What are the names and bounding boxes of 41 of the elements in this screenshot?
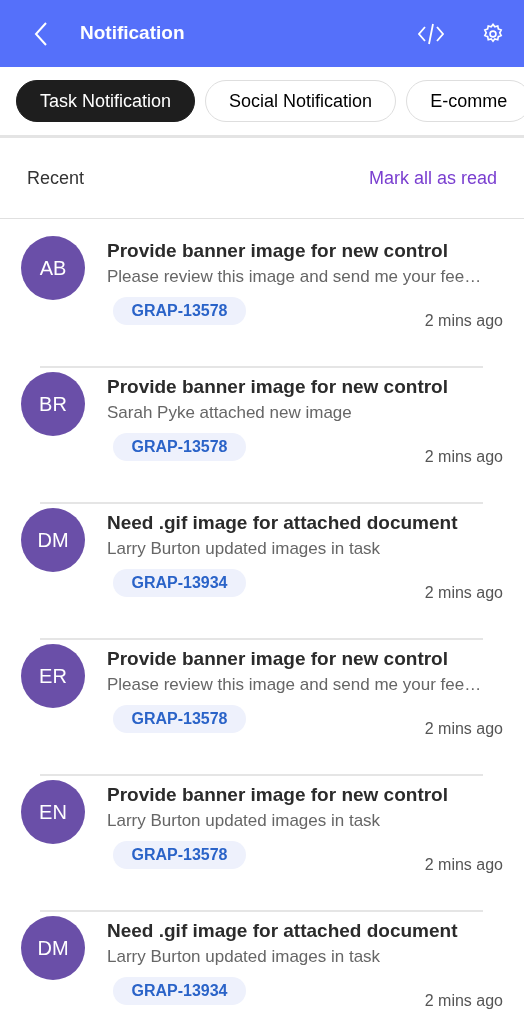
timestamp: 2 mins ago <box>424 311 503 331</box>
notification-title: Provide banner image for new control <box>107 375 449 399</box>
avatar: ER <box>21 644 85 708</box>
ticket-tag[interactable]: GRAP-13934 <box>113 977 246 1005</box>
settings-icon <box>482 22 504 45</box>
avatar: AB <box>21 236 85 300</box>
notification-title: Provide banner image for new control <box>107 239 449 263</box>
notification-message: Please review this image and send me your fee… <box>107 674 483 696</box>
avatar: EN <box>21 780 85 844</box>
ticket-tag[interactable]: GRAP-13934 <box>113 569 246 597</box>
avatar: BR <box>21 372 85 436</box>
notification-message: Larry Burton updated images in task <box>107 538 382 560</box>
ticket-tag[interactable]: GRAP-13578 <box>113 705 246 733</box>
avatar: DM <box>21 508 85 572</box>
ticket-tag[interactable]: GRAP-13578 <box>113 841 246 869</box>
notification-title: Need .gif image for attached document <box>107 511 459 535</box>
ticket-tag[interactable]: GRAP-13578 <box>113 433 246 461</box>
filter-tab[interactable]: Task Notification <box>16 80 196 122</box>
ticket-tag[interactable]: GRAP-13578 <box>113 297 246 325</box>
settings-button[interactable] <box>482 22 504 45</box>
timestamp: 2 mins ago <box>424 855 503 875</box>
filter-tab[interactable]: E-comme <box>406 80 524 122</box>
notification-message: Sarah Pyke attached new image <box>107 402 353 424</box>
notification-message: Please review this image and send me your fee… <box>107 266 483 288</box>
screen-title: Notification <box>80 21 185 46</box>
code-button[interactable] <box>418 22 444 45</box>
notification-message: Larry Burton updated images in task <box>107 810 382 832</box>
back-icon <box>34 20 48 47</box>
section-title: Recent <box>27 166 85 190</box>
timestamp: 2 mins ago <box>424 719 503 739</box>
notification-message: Larry Burton updated images in task <box>107 946 382 968</box>
timestamp: 2 mins ago <box>424 447 503 467</box>
mark-all-read-link[interactable]: Mark all as read <box>368 164 497 192</box>
timestamp: 2 mins ago <box>424 991 503 1011</box>
notification-title: Provide banner image for new control <box>107 647 449 671</box>
timestamp: 2 mins ago <box>424 583 503 603</box>
notification-title: Provide banner image for new control <box>107 783 449 807</box>
avatar: DM <box>21 916 85 980</box>
notification-title: Need .gif image for attached document <box>107 919 459 943</box>
code-icon <box>418 22 444 45</box>
filter-tab[interactable]: Social Notification <box>205 80 397 122</box>
